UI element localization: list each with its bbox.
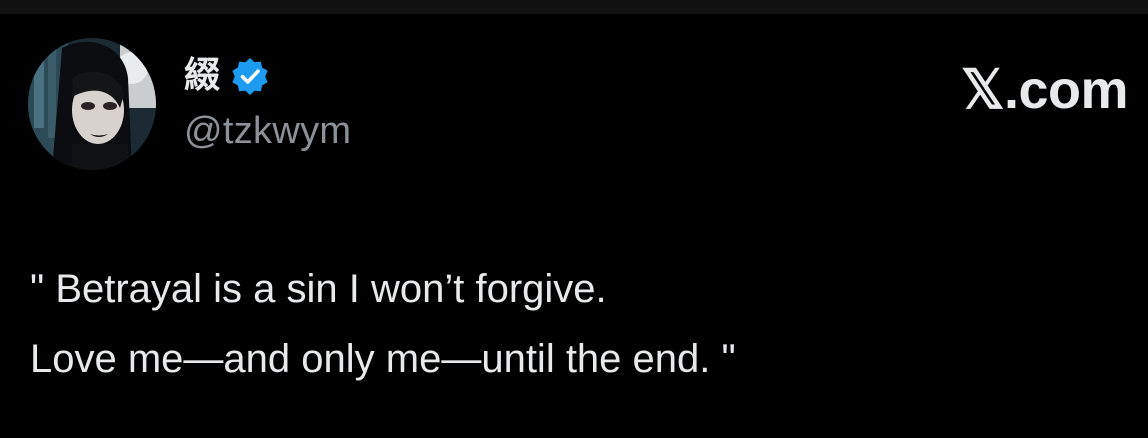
x-logo[interactable]: 𝕏.com	[961, 58, 1129, 122]
avatar[interactable]	[28, 38, 156, 170]
tweet-line: " Betrayal is a sin I won’t forgive.	[30, 267, 607, 311]
profile-photo-avatar-icon	[28, 38, 156, 170]
verified-badge-icon	[232, 58, 268, 95]
author-display-name[interactable]: 綴	[184, 54, 220, 98]
tweet-line: Love me—and only me—until the end. "	[30, 337, 736, 381]
tweet-text: " Betrayal is a sin I won’t forgive. Lov…	[30, 254, 1120, 394]
author-name-row: 綴	[184, 52, 270, 100]
author-handle[interactable]: @tzkwym	[184, 108, 351, 154]
top-edge-bar	[0, 0, 1148, 14]
